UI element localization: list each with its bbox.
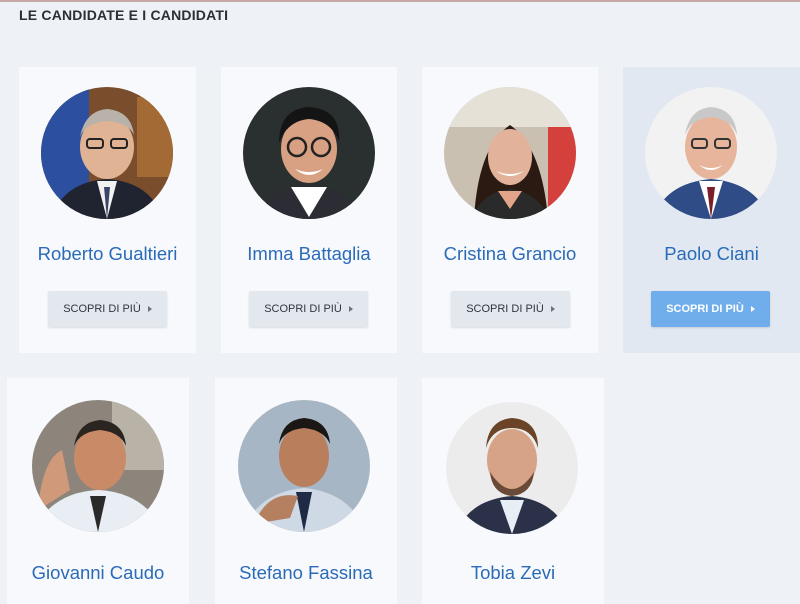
scopri-di-piu-button[interactable]: SCOPRI DI PIÙ — [48, 291, 167, 327]
caret-right-icon — [550, 306, 555, 312]
candidate-photo[interactable] — [238, 400, 370, 532]
caret-right-icon — [348, 306, 353, 312]
candidate-photo[interactable] — [645, 87, 777, 219]
candidate-photo[interactable] — [446, 402, 578, 534]
caret-right-icon — [750, 306, 755, 312]
section-title: LE CANDIDATE E I CANDIDATI — [19, 7, 229, 23]
candidate-name[interactable]: Stefano Fassina — [215, 562, 397, 584]
candidate-photo[interactable] — [41, 87, 173, 219]
candidate-card-paolo-ciani[interactable]: Paolo Ciani SCOPRI DI PIÙ — [623, 67, 800, 353]
top-border — [0, 0, 800, 2]
caret-right-icon — [147, 306, 152, 312]
avatar-image — [238, 400, 370, 532]
candidate-name[interactable]: Cristina Grancio — [422, 243, 598, 265]
candidate-card-imma-battaglia[interactable]: Imma Battaglia SCOPRI DI PIÙ — [221, 67, 397, 353]
avatar-image — [243, 87, 375, 219]
candidate-name[interactable]: Roberto Gualtieri — [19, 243, 196, 265]
scopri-di-piu-button[interactable]: SCOPRI DI PIÙ — [651, 291, 770, 327]
candidate-name[interactable]: Paolo Ciani — [623, 243, 800, 265]
avatar-image — [446, 402, 578, 534]
button-label: SCOPRI DI PIÙ — [63, 303, 141, 315]
button-label: SCOPRI DI PIÙ — [264, 303, 342, 315]
avatar-image — [444, 87, 576, 219]
scopri-di-piu-button[interactable]: SCOPRI DI PIÙ — [249, 291, 368, 327]
candidate-name[interactable]: Imma Battaglia — [221, 243, 397, 265]
candidate-name[interactable]: Tobia Zevi — [422, 562, 604, 584]
candidate-card-roberto-gualtieri[interactable]: Roberto Gualtieri SCOPRI DI PIÙ — [19, 67, 196, 353]
candidate-card-stefano-fassina[interactable]: Stefano Fassina — [215, 378, 397, 604]
candidate-card-cristina-grancio[interactable]: Cristina Grancio SCOPRI DI PIÙ — [422, 67, 598, 353]
avatar-image — [41, 87, 173, 219]
button-label: SCOPRI DI PIÙ — [466, 303, 544, 315]
scopri-di-piu-button[interactable]: SCOPRI DI PIÙ — [451, 291, 570, 327]
candidate-photo[interactable] — [444, 87, 576, 219]
candidate-card-giovanni-caudo[interactable]: Giovanni Caudo — [7, 378, 189, 604]
candidate-card-tobia-zevi[interactable]: Tobia Zevi — [422, 378, 604, 604]
avatar-image — [32, 400, 164, 532]
avatar-image — [645, 87, 777, 219]
candidate-photo[interactable] — [243, 87, 375, 219]
candidate-name[interactable]: Giovanni Caudo — [7, 562, 189, 584]
candidate-photo[interactable] — [32, 400, 164, 532]
button-label: SCOPRI DI PIÙ — [666, 303, 744, 315]
